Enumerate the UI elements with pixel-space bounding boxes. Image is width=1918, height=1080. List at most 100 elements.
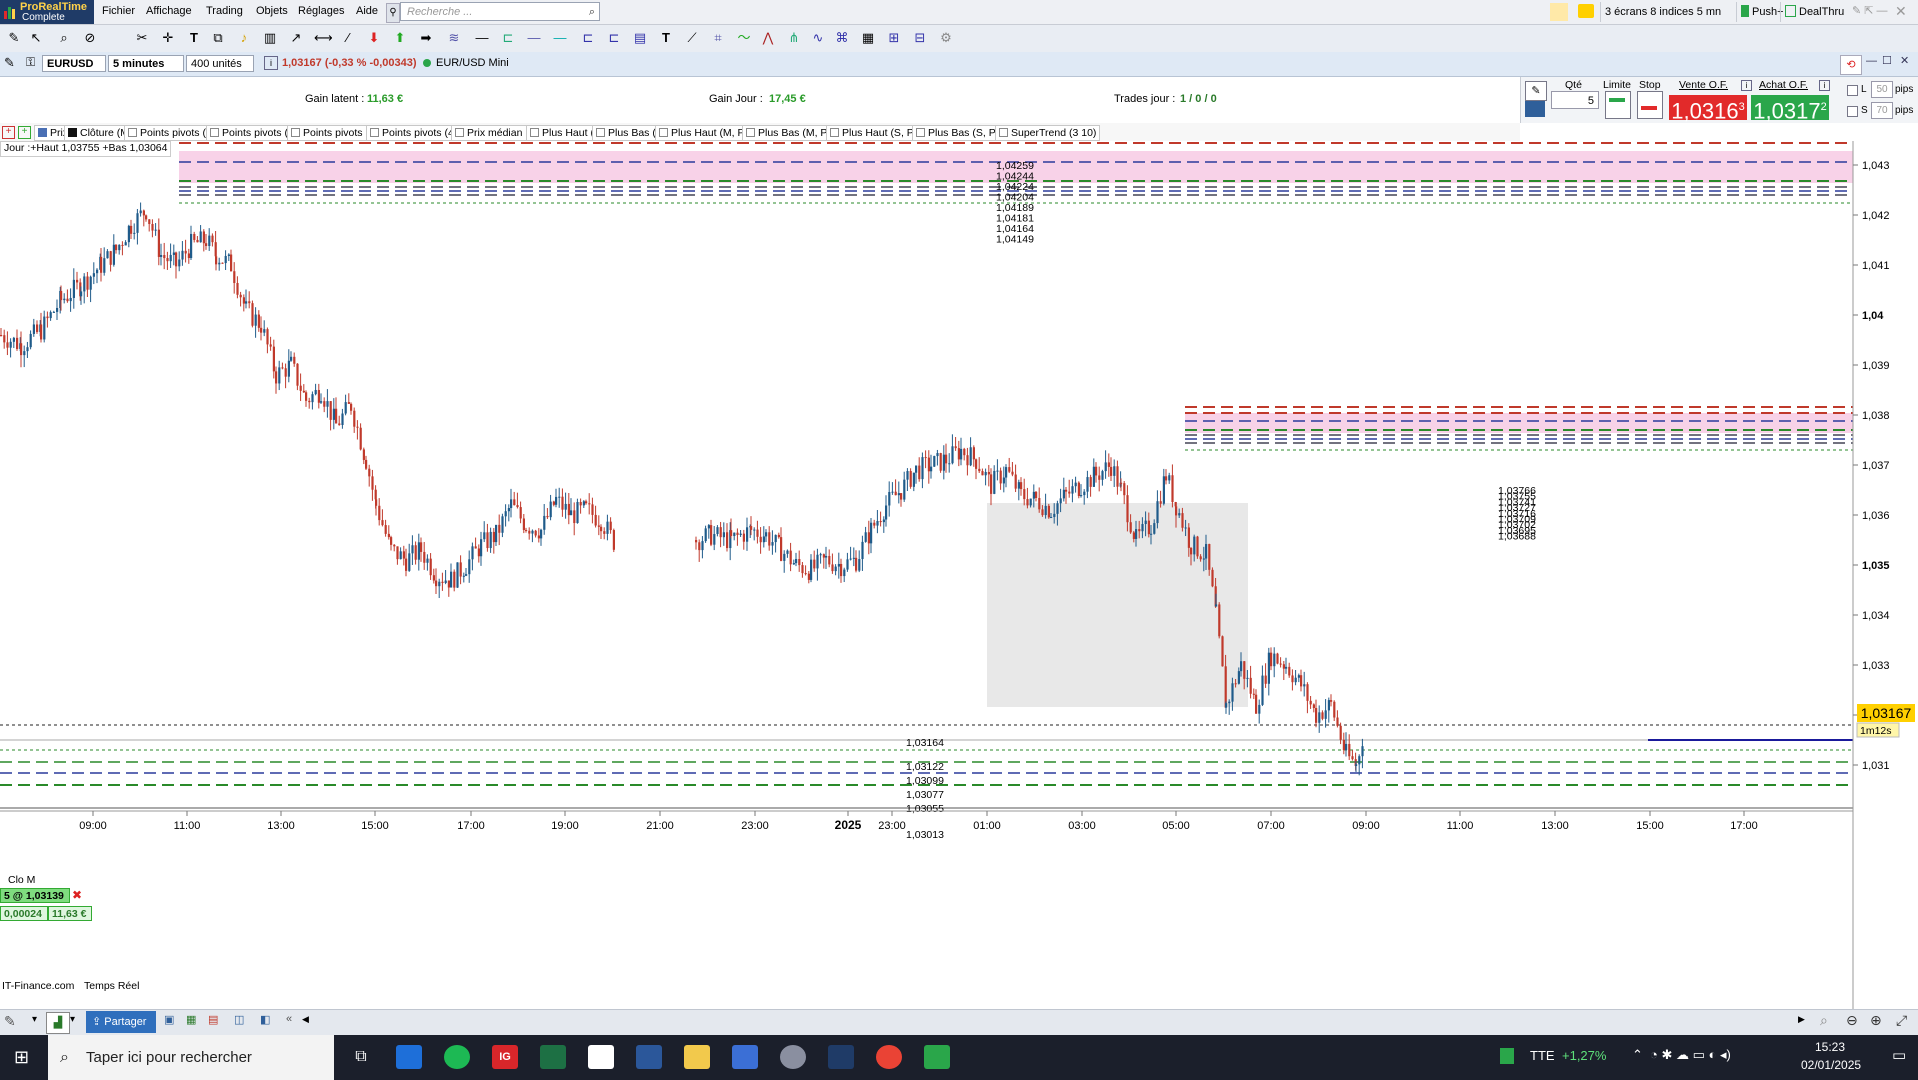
zoom-in-icon[interactable]: ⊕ [1870, 1012, 1882, 1029]
qty-input[interactable]: 5 [1551, 91, 1599, 109]
zoom-out-icon[interactable]: ⊖ [1846, 1012, 1858, 1029]
ticker-symbol[interactable]: TTE [1530, 1048, 1555, 1063]
signal-icon[interactable] [1550, 3, 1568, 21]
alerts-list-icon[interactable]: ◧ [260, 1013, 270, 1026]
buy-button[interactable]: 1,03172 [1751, 95, 1829, 123]
scroll-right-icon[interactable]: ▶ [1798, 1014, 1805, 1025]
wave-icon[interactable]: 〜 [736, 30, 752, 46]
taskbar-search[interactable]: ⌕ Taper ici pour rechercher [48, 1035, 334, 1080]
arrow-down-icon[interactable]: ⬇ [366, 30, 382, 46]
hline-icon[interactable]: — [474, 30, 490, 46]
windows-start-icon[interactable]: ⊞ [14, 1047, 29, 1068]
gann-icon[interactable]: ⌗ [710, 30, 726, 46]
clock-date[interactable]: 02/01/2025 [1801, 1058, 1861, 1072]
rectangle-icon[interactable]: ⊏ [500, 30, 516, 46]
chart-type-dropdown-icon[interactable]: ▾ [70, 1014, 75, 1025]
window-icons[interactable]: ✎ ⇱ — [1852, 4, 1888, 17]
zigzag-icon[interactable]: ⋀ [760, 30, 776, 46]
pitchfork-icon[interactable]: ⋔ [786, 30, 802, 46]
sell-info-icon[interactable]: i [1741, 80, 1752, 91]
zoom-fit-icon[interactable]: ⌕ [1820, 1012, 1828, 1029]
channel-icon[interactable]: ≋ [446, 30, 462, 46]
order-tool-icon[interactable]: ✎ [1525, 81, 1547, 101]
search-icon[interactable]: ⌕ [589, 3, 595, 22]
word-icon[interactable] [636, 1045, 662, 1069]
symbol-selector[interactable]: EURUSD [42, 55, 106, 72]
menu-reglages[interactable]: Réglages [298, 5, 344, 17]
grid-icon[interactable]: ⊞ [886, 30, 902, 46]
s-pips-input[interactable]: 70 [1871, 102, 1893, 119]
store-icon[interactable] [396, 1045, 422, 1069]
zoom-icon[interactable]: ⌕ [56, 30, 72, 46]
tray-chevron-icon[interactable]: ⌃ [1632, 1047, 1643, 1063]
drawing-mode-icon[interactable]: ✎ [4, 55, 15, 71]
segment-icon[interactable]: ⟷ [314, 30, 333, 46]
fib-icon[interactable]: ⊏ [580, 30, 596, 46]
ruler-icon[interactable]: ⊘ [82, 30, 98, 46]
screens-icon[interactable]: ◫ [234, 1013, 244, 1026]
s-checkbox[interactable] [1847, 106, 1858, 117]
text-icon[interactable]: T [186, 30, 202, 46]
add-indicator-icon[interactable]: + [2, 126, 15, 139]
search-input[interactable]: Recherche ... ⌕ [400, 2, 600, 21]
arrow-up-icon[interactable]: ⬆ [392, 30, 408, 46]
dropdown-icon[interactable]: ▾ [32, 1014, 37, 1025]
files-icon[interactable] [588, 1045, 614, 1069]
calculator-icon[interactable] [1525, 101, 1545, 117]
calculator-app-icon[interactable] [732, 1045, 758, 1069]
spotify-icon[interactable] [444, 1045, 470, 1069]
refresh-icon[interactable]: ⟲ [1840, 55, 1862, 75]
ind-supertrend[interactable]: SuperTrend (3 10) [995, 125, 1101, 141]
limit-order-button[interactable] [1605, 91, 1631, 119]
spreadsheet-icon[interactable]: ▦ [186, 1013, 196, 1026]
settings-gear-icon[interactable]: ⚙ [938, 30, 954, 46]
maximize-icon[interactable]: ☐ [1882, 54, 1892, 67]
app-icon-9[interactable] [828, 1045, 854, 1069]
buy-info-icon[interactable]: i [1819, 80, 1830, 91]
arrow-right-icon[interactable]: ➡ [418, 30, 434, 46]
fib2-icon[interactable]: ⊏ [606, 30, 622, 46]
info-icon[interactable]: i [264, 56, 278, 70]
close-icon[interactable]: ✕ [1895, 3, 1907, 20]
pattern-icon[interactable]: ▦ [860, 30, 876, 46]
task-view-icon[interactable]: ⧉ [348, 1045, 374, 1069]
sine-icon[interactable]: ∿ [810, 30, 826, 46]
alert-icon[interactable] [1578, 4, 1594, 18]
dealthru-button[interactable]: DealThru [1780, 2, 1848, 22]
l-checkbox[interactable] [1847, 85, 1858, 96]
copy-icon[interactable]: ⧉ [210, 30, 226, 46]
clock-time[interactable]: 15:23 [1815, 1040, 1845, 1054]
excel-icon[interactable] [540, 1045, 566, 1069]
measure-icon[interactable]: ⟋ [684, 30, 700, 46]
chart-type-icon[interactable]: ▟ [46, 1012, 70, 1034]
tools-icon[interactable]: ✂ [134, 30, 150, 46]
price-chart[interactable]: 1,042591,042441,042241,042041,041891,041… [0, 141, 1918, 1009]
tray-icons[interactable]: ◔ ✱ ☁ ▭ ◐ ◂) [1650, 1047, 1731, 1063]
minimize-icon[interactable]: — [1866, 55, 1877, 67]
l-pips-input[interactable]: 50 [1871, 81, 1893, 98]
cycle-icon[interactable]: ⌘ [834, 30, 850, 46]
grid2-icon[interactable]: ⊟ [912, 30, 928, 46]
menu-trading[interactable]: Trading [206, 5, 243, 17]
screens-selector[interactable]: 3 écrans 8 indices 5 mn [1600, 2, 1725, 22]
hline-cyan-icon[interactable]: — [552, 30, 568, 46]
app-icon-8[interactable] [780, 1045, 806, 1069]
portfolio-icon[interactable]: ▤ [208, 1013, 218, 1026]
prorealtime-taskbar-icon[interactable] [924, 1045, 950, 1069]
menu-fichier[interactable]: Fichier [102, 5, 135, 17]
trash-icon[interactable]: ▥ [262, 30, 278, 46]
units-selector[interactable]: 400 unités [186, 55, 254, 72]
menu-aide[interactable]: Aide [356, 5, 378, 17]
line-icon[interactable]: ↗ [288, 30, 304, 46]
close-position-icon[interactable]: ✖ [72, 888, 82, 902]
fib3-icon[interactable]: ▤ [632, 30, 648, 46]
scroll-left-icon[interactable]: ◀ [302, 1014, 309, 1025]
close-chart-icon[interactable]: ✕ [1900, 54, 1909, 67]
add-chart-icon[interactable]: + [18, 126, 31, 139]
menu-objets[interactable]: Objets [256, 5, 288, 17]
hline-blue-icon[interactable]: — [526, 30, 542, 46]
crosshair-icon[interactable]: ✛ [160, 30, 176, 46]
cursor-icon[interactable]: ↖ [28, 30, 44, 46]
menu-affichage[interactable]: Affichage [146, 5, 192, 17]
drawing-menu-icon[interactable]: ✎ [4, 1013, 16, 1030]
